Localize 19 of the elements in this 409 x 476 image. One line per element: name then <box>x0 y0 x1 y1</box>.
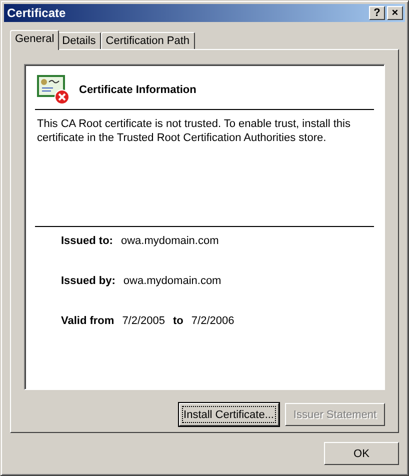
tab[interactable]: General <box>10 30 60 50</box>
close-button[interactable]: × <box>387 6 403 20</box>
field-value: owa.mydomain.com <box>123 275 222 287</box>
field-label: Issued to: <box>61 235 113 247</box>
window-title: Certificate <box>7 6 66 20</box>
tab[interactable]: Certification Path <box>100 32 195 49</box>
field-label: Valid from <box>61 315 114 327</box>
field-value: owa.mydomain.com <box>120 235 219 247</box>
tab[interactable]: Details <box>57 32 101 49</box>
field-value: 7/2/2005 <box>122 315 166 327</box>
info-heading: Certificate Information <box>79 84 196 96</box>
certificate-error-icon <box>37 75 71 105</box>
field-value: 7/2/2006 <box>191 315 234 327</box>
trust-message: This CA Root certificate is not trusted. To enable trust, install this certificate in the Trusted Root Certification Authorities store. <box>36 117 352 146</box>
help-button[interactable]: ? <box>369 6 385 20</box>
field-label: to <box>173 315 184 327</box>
ok-button[interactable]: OK <box>324 442 399 465</box>
install-certificate-button[interactable]: Install Certificate... <box>178 403 279 426</box>
field-label: Issued by: <box>61 275 116 287</box>
